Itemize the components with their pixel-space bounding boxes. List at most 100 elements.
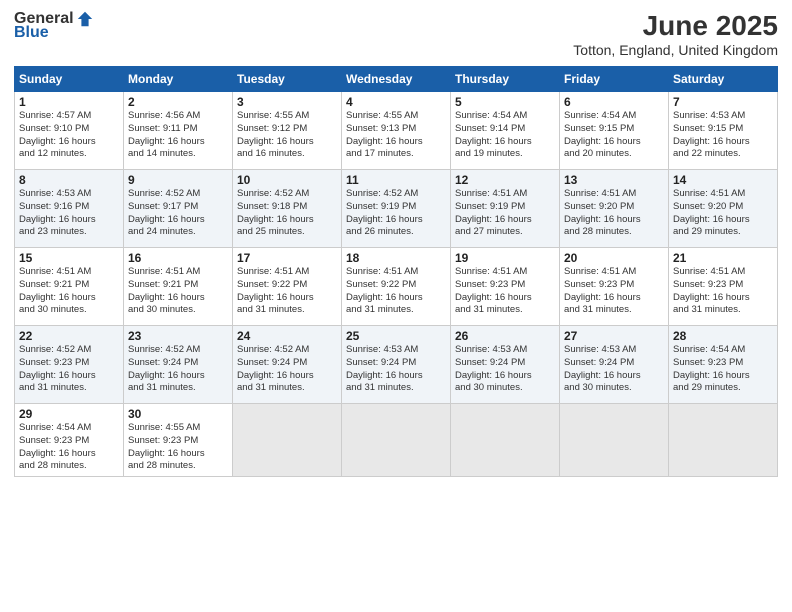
day-info: Sunrise: 4:54 AM Sunset: 9:15 PM Dayligh… — [564, 110, 664, 161]
col-sunday: Sunday — [15, 67, 124, 92]
table-row: 1Sunrise: 4:57 AM Sunset: 9:10 PM Daylig… — [15, 92, 124, 170]
day-number: 5 — [455, 95, 555, 109]
day-info: Sunrise: 4:53 AM Sunset: 9:24 PM Dayligh… — [564, 344, 664, 395]
table-row — [342, 404, 451, 477]
day-number: 29 — [19, 407, 119, 421]
day-number: 26 — [455, 329, 555, 343]
day-info: Sunrise: 4:52 AM Sunset: 9:24 PM Dayligh… — [237, 344, 337, 395]
subtitle: Totton, England, United Kingdom — [573, 42, 778, 58]
day-number: 14 — [673, 173, 773, 187]
day-number: 7 — [673, 95, 773, 109]
day-info: Sunrise: 4:55 AM Sunset: 9:12 PM Dayligh… — [237, 110, 337, 161]
logo: General Blue — [14, 10, 94, 42]
title-block: June 2025 Totton, England, United Kingdo… — [573, 10, 778, 58]
table-row: 29Sunrise: 4:54 AM Sunset: 9:23 PM Dayli… — [15, 404, 124, 477]
table-row: 10Sunrise: 4:52 AM Sunset: 9:18 PM Dayli… — [233, 170, 342, 248]
day-number: 11 — [346, 173, 446, 187]
day-number: 3 — [237, 95, 337, 109]
main-title: June 2025 — [573, 10, 778, 42]
day-number: 18 — [346, 251, 446, 265]
table-row: 26Sunrise: 4:53 AM Sunset: 9:24 PM Dayli… — [451, 326, 560, 404]
table-row: 16Sunrise: 4:51 AM Sunset: 9:21 PM Dayli… — [124, 248, 233, 326]
day-number: 13 — [564, 173, 664, 187]
day-number: 30 — [128, 407, 228, 421]
page-header: General Blue June 2025 Totton, England, … — [14, 10, 778, 58]
col-monday: Monday — [124, 67, 233, 92]
calendar-header-row: Sunday Monday Tuesday Wednesday Thursday… — [15, 67, 778, 92]
table-row: 18Sunrise: 4:51 AM Sunset: 9:22 PM Dayli… — [342, 248, 451, 326]
table-row: 5Sunrise: 4:54 AM Sunset: 9:14 PM Daylig… — [451, 92, 560, 170]
day-number: 23 — [128, 329, 228, 343]
table-row: 19Sunrise: 4:51 AM Sunset: 9:23 PM Dayli… — [451, 248, 560, 326]
day-number: 9 — [128, 173, 228, 187]
day-info: Sunrise: 4:54 AM Sunset: 9:14 PM Dayligh… — [455, 110, 555, 161]
day-number: 10 — [237, 173, 337, 187]
table-row: 27Sunrise: 4:53 AM Sunset: 9:24 PM Dayli… — [560, 326, 669, 404]
day-info: Sunrise: 4:51 AM Sunset: 9:21 PM Dayligh… — [128, 266, 228, 317]
day-info: Sunrise: 4:51 AM Sunset: 9:20 PM Dayligh… — [673, 188, 773, 239]
day-info: Sunrise: 4:51 AM Sunset: 9:23 PM Dayligh… — [673, 266, 773, 317]
table-row: 28Sunrise: 4:54 AM Sunset: 9:23 PM Dayli… — [669, 326, 778, 404]
table-row: 14Sunrise: 4:51 AM Sunset: 9:20 PM Dayli… — [669, 170, 778, 248]
table-row — [560, 404, 669, 477]
day-info: Sunrise: 4:56 AM Sunset: 9:11 PM Dayligh… — [128, 110, 228, 161]
day-info: Sunrise: 4:52 AM Sunset: 9:24 PM Dayligh… — [128, 344, 228, 395]
day-info: Sunrise: 4:51 AM Sunset: 9:22 PM Dayligh… — [237, 266, 337, 317]
day-info: Sunrise: 4:55 AM Sunset: 9:13 PM Dayligh… — [346, 110, 446, 161]
table-row: 30Sunrise: 4:55 AM Sunset: 9:23 PM Dayli… — [124, 404, 233, 477]
table-row: 2Sunrise: 4:56 AM Sunset: 9:11 PM Daylig… — [124, 92, 233, 170]
day-number: 19 — [455, 251, 555, 265]
day-number: 21 — [673, 251, 773, 265]
col-thursday: Thursday — [451, 67, 560, 92]
day-number: 1 — [19, 95, 119, 109]
table-row: 7Sunrise: 4:53 AM Sunset: 9:15 PM Daylig… — [669, 92, 778, 170]
day-info: Sunrise: 4:52 AM Sunset: 9:23 PM Dayligh… — [19, 344, 119, 395]
table-row: 8Sunrise: 4:53 AM Sunset: 9:16 PM Daylig… — [15, 170, 124, 248]
day-number: 8 — [19, 173, 119, 187]
day-number: 17 — [237, 251, 337, 265]
day-info: Sunrise: 4:51 AM Sunset: 9:23 PM Dayligh… — [455, 266, 555, 317]
day-info: Sunrise: 4:53 AM Sunset: 9:16 PM Dayligh… — [19, 188, 119, 239]
col-tuesday: Tuesday — [233, 67, 342, 92]
table-row: 25Sunrise: 4:53 AM Sunset: 9:24 PM Dayli… — [342, 326, 451, 404]
day-info: Sunrise: 4:52 AM Sunset: 9:17 PM Dayligh… — [128, 188, 228, 239]
table-row: 11Sunrise: 4:52 AM Sunset: 9:19 PM Dayli… — [342, 170, 451, 248]
day-number: 27 — [564, 329, 664, 343]
table-row: 24Sunrise: 4:52 AM Sunset: 9:24 PM Dayli… — [233, 326, 342, 404]
table-row: 23Sunrise: 4:52 AM Sunset: 9:24 PM Dayli… — [124, 326, 233, 404]
day-info: Sunrise: 4:55 AM Sunset: 9:23 PM Dayligh… — [128, 422, 228, 473]
table-row: 4Sunrise: 4:55 AM Sunset: 9:13 PM Daylig… — [342, 92, 451, 170]
table-row: 15Sunrise: 4:51 AM Sunset: 9:21 PM Dayli… — [15, 248, 124, 326]
day-number: 22 — [19, 329, 119, 343]
table-row: 6Sunrise: 4:54 AM Sunset: 9:15 PM Daylig… — [560, 92, 669, 170]
day-number: 28 — [673, 329, 773, 343]
day-info: Sunrise: 4:53 AM Sunset: 9:15 PM Dayligh… — [673, 110, 773, 161]
table-row — [451, 404, 560, 477]
table-row — [233, 404, 342, 477]
day-info: Sunrise: 4:53 AM Sunset: 9:24 PM Dayligh… — [455, 344, 555, 395]
table-row: 17Sunrise: 4:51 AM Sunset: 9:22 PM Dayli… — [233, 248, 342, 326]
table-row: 9Sunrise: 4:52 AM Sunset: 9:17 PM Daylig… — [124, 170, 233, 248]
day-info: Sunrise: 4:54 AM Sunset: 9:23 PM Dayligh… — [19, 422, 119, 473]
day-info: Sunrise: 4:51 AM Sunset: 9:23 PM Dayligh… — [564, 266, 664, 317]
day-info: Sunrise: 4:51 AM Sunset: 9:20 PM Dayligh… — [564, 188, 664, 239]
day-number: 16 — [128, 251, 228, 265]
table-row: 12Sunrise: 4:51 AM Sunset: 9:19 PM Dayli… — [451, 170, 560, 248]
logo-icon — [76, 10, 94, 28]
day-info: Sunrise: 4:51 AM Sunset: 9:22 PM Dayligh… — [346, 266, 446, 317]
day-info: Sunrise: 4:52 AM Sunset: 9:19 PM Dayligh… — [346, 188, 446, 239]
calendar-table: Sunday Monday Tuesday Wednesday Thursday… — [14, 66, 778, 477]
day-info: Sunrise: 4:57 AM Sunset: 9:10 PM Dayligh… — [19, 110, 119, 161]
day-number: 15 — [19, 251, 119, 265]
day-number: 25 — [346, 329, 446, 343]
day-number: 2 — [128, 95, 228, 109]
day-info: Sunrise: 4:54 AM Sunset: 9:23 PM Dayligh… — [673, 344, 773, 395]
table-row: 22Sunrise: 4:52 AM Sunset: 9:23 PM Dayli… — [15, 326, 124, 404]
day-info: Sunrise: 4:52 AM Sunset: 9:18 PM Dayligh… — [237, 188, 337, 239]
table-row: 21Sunrise: 4:51 AM Sunset: 9:23 PM Dayli… — [669, 248, 778, 326]
table-row: 3Sunrise: 4:55 AM Sunset: 9:12 PM Daylig… — [233, 92, 342, 170]
day-number: 12 — [455, 173, 555, 187]
day-info: Sunrise: 4:51 AM Sunset: 9:19 PM Dayligh… — [455, 188, 555, 239]
day-number: 20 — [564, 251, 664, 265]
table-row — [669, 404, 778, 477]
